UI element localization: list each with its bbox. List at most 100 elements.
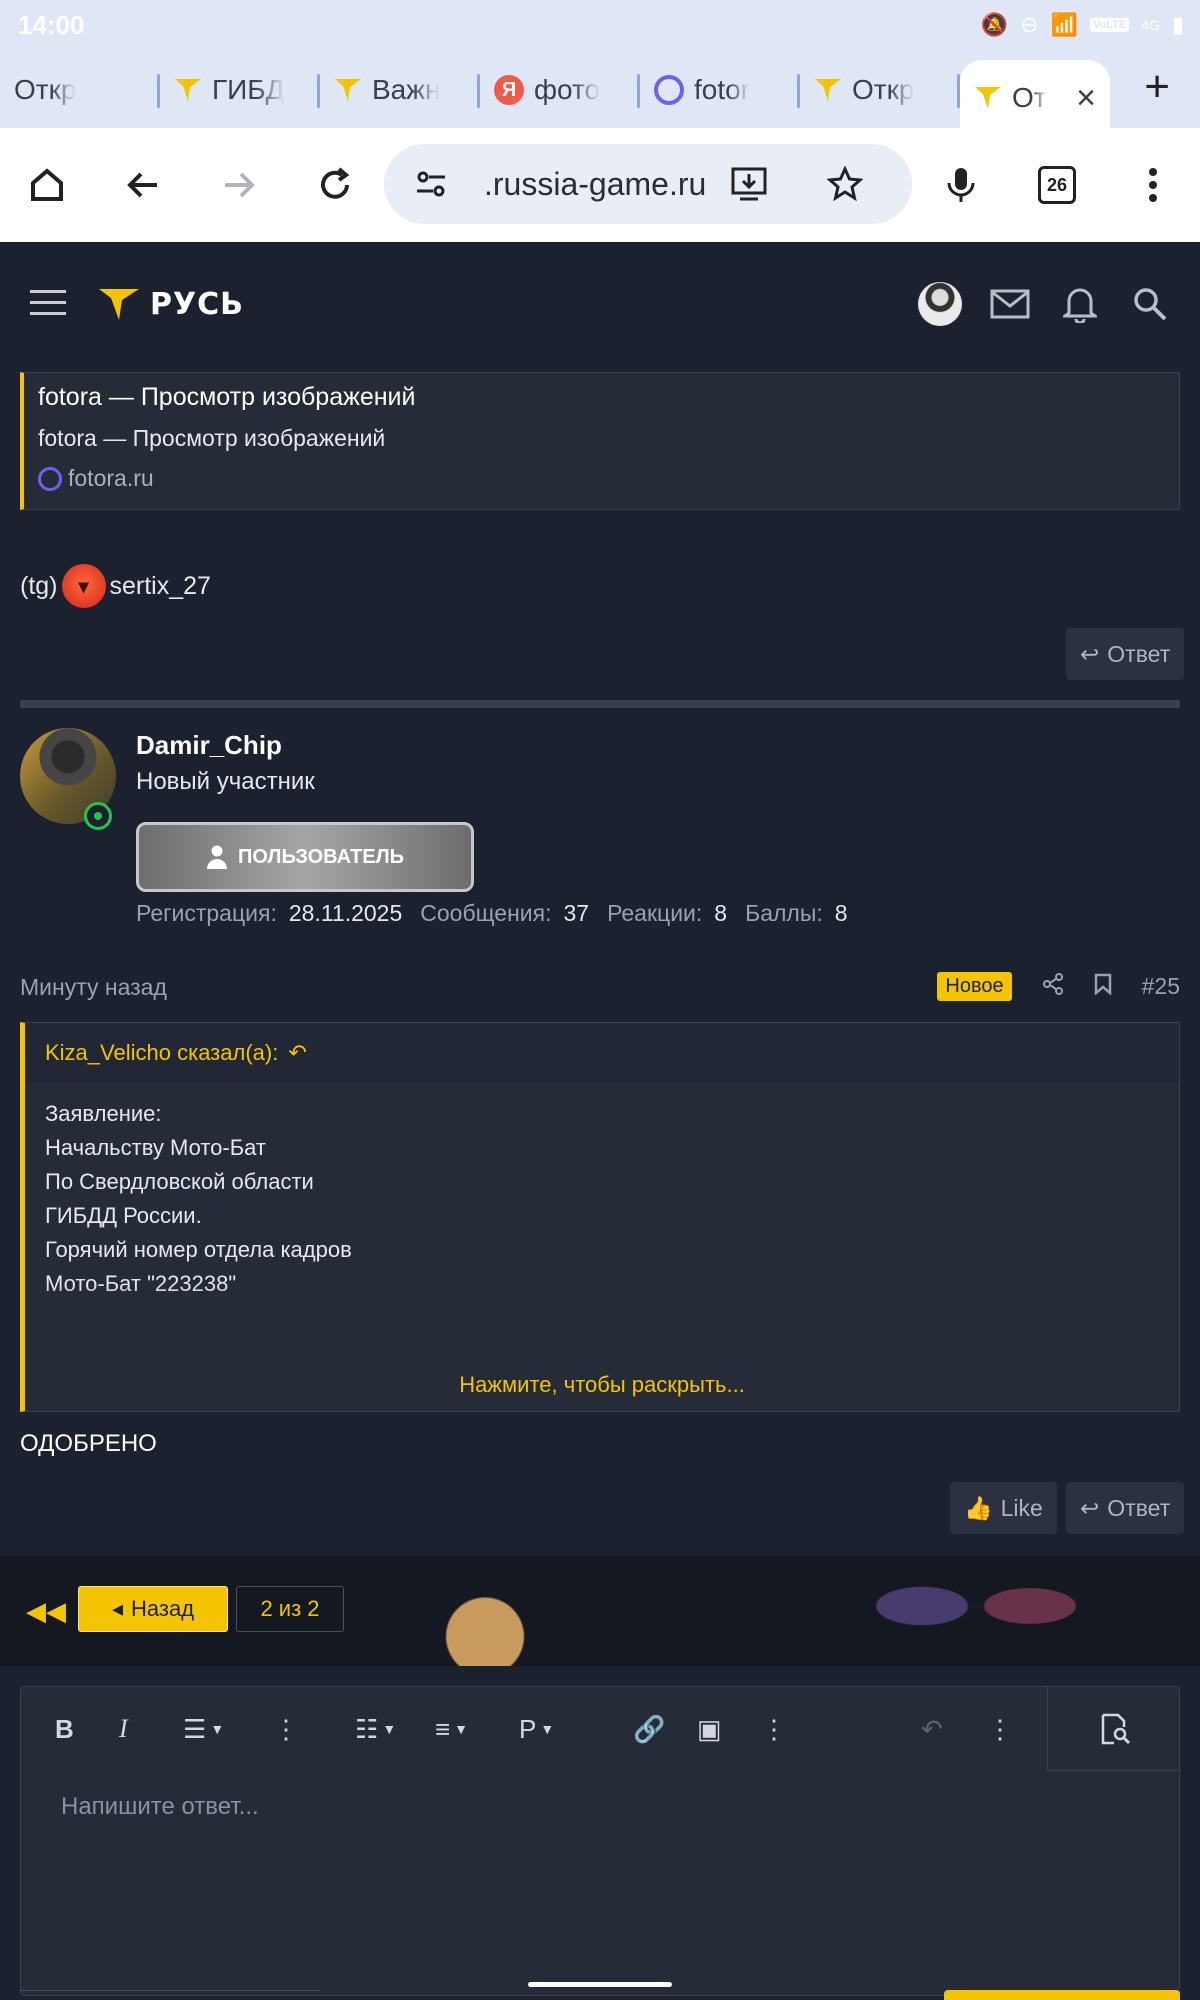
first-page-icon[interactable]: ◀◀	[26, 1596, 66, 1627]
italic-icon[interactable]: I	[119, 1707, 128, 1751]
image-icon[interactable]: ▣	[697, 1707, 722, 1751]
tab-label: fotor	[694, 74, 751, 105]
username[interactable]: Damir_Chip	[136, 730, 282, 761]
like-label: Like	[1000, 1494, 1043, 1521]
reply-button[interactable]: ↩ Ответ	[1066, 1482, 1185, 1534]
online-status-icon	[84, 802, 112, 830]
align-left-icon: ≡	[435, 1713, 451, 1744]
menu-icon[interactable]	[1128, 160, 1178, 210]
quote-author[interactable]: Kiza_Velicho сказал(а): ↶	[25, 1023, 1179, 1083]
post-signature: (tg) ▾ sertix_27	[20, 564, 211, 608]
reload-icon[interactable]	[310, 160, 360, 210]
rus-logo-icon	[99, 289, 139, 320]
reply-button[interactable]: ↩ Ответ	[1066, 628, 1185, 680]
star-icon[interactable]	[820, 159, 870, 209]
goto-quote-icon[interactable]: ↶	[288, 1040, 306, 1066]
reply-arrow-icon: ↩	[1080, 1494, 1100, 1521]
user-title: Новый участник	[136, 768, 315, 795]
home-icon[interactable]	[22, 160, 72, 210]
site-header: РУСЬ	[0, 242, 1200, 372]
more-icon[interactable]: ⋮	[273, 1707, 299, 1751]
tab-label: фото	[534, 74, 601, 105]
wifi-icon: 📶	[1050, 12, 1078, 37]
user-icon	[206, 845, 227, 869]
post-body: ОДОБРЕНО	[20, 1430, 157, 1457]
install-app-icon[interactable]	[724, 159, 774, 209]
quote-line: Горячий номер отдела кадров	[45, 1237, 352, 1262]
more-icon[interactable]: ⋮	[987, 1707, 1013, 1751]
chevron-down-icon: ▼	[382, 1721, 397, 1737]
link-description: fotora — Просмотр изображений	[38, 425, 386, 451]
close-icon[interactable]: ×	[1076, 79, 1096, 118]
quote-line: Начальству Мото-Бат	[45, 1135, 267, 1160]
more-icon[interactable]: ⋮	[761, 1707, 787, 1751]
search-icon[interactable]	[1128, 282, 1172, 326]
role-badge: ПОЛЬЗОВАТЕЛЬ	[136, 822, 474, 892]
bookmark-icon[interactable]	[1094, 973, 1112, 1001]
expand-quote-link[interactable]: Нажмите, чтобы раскрыть...	[25, 1359, 1179, 1411]
browser-tab-active[interactable]: От ×	[960, 60, 1110, 136]
quote-block: Kiza_Velicho сказал(а): ↶ Заявление: Нач…	[20, 1022, 1180, 1412]
browser-tab[interactable]: Важн	[320, 60, 480, 120]
chevron-down-icon: ▼	[540, 1721, 555, 1737]
text-format-dropdown[interactable]: ☰ ▼	[183, 1707, 224, 1751]
bell-icon[interactable]	[1058, 282, 1102, 326]
browser-tab[interactable]: Откр	[800, 60, 960, 120]
mic-icon[interactable]	[936, 160, 986, 210]
undo-icon[interactable]: ↶	[921, 1707, 943, 1751]
yandex-icon: Я	[494, 75, 524, 105]
post-meta: Новое #25	[937, 972, 1180, 1001]
brand-name: РУСЬ	[150, 286, 244, 322]
preview-icon[interactable]	[1047, 1687, 1181, 1771]
gesture-handle	[528, 1982, 672, 1987]
hamburger-icon[interactable]	[30, 290, 66, 323]
prev-page-button[interactable]: ◂ Назад	[78, 1586, 228, 1632]
reactions-label: Реакции:	[607, 900, 703, 926]
quote-author-text: Kiza_Velicho сказал(а):	[45, 1040, 279, 1065]
status-time: 14:00	[18, 10, 85, 40]
align-lines-icon: ☰	[183, 1713, 207, 1744]
link-domain: fotora.ru	[38, 465, 154, 492]
new-tab-button[interactable]: +	[1144, 62, 1170, 112]
quote-body: Заявление: Начальству Мото-Бат По Свердл…	[25, 1083, 1179, 1315]
browser-tab[interactable]: Откр	[0, 60, 160, 120]
tab-switcher-button[interactable]: 26	[1032, 160, 1082, 210]
post-reply-button-edge[interactable]	[944, 1990, 1180, 2000]
browser-tab[interactable]: ГИБД	[160, 60, 320, 120]
back-icon[interactable]	[118, 160, 168, 210]
align-dropdown[interactable]: ≡ ▼	[435, 1707, 468, 1751]
reply-input[interactable]: Напишите ответ...	[61, 1793, 259, 1821]
editor-toolbar: B I ☰ ▼ ⋮ ☷ ▼ ≡ ▼ P ▼ 🔗 ▣ ⋮ ↶ ⋮	[21, 1687, 1181, 1771]
mail-icon[interactable]	[988, 282, 1032, 326]
browser-tab[interactable]: Я фото	[480, 60, 640, 120]
link-icon[interactable]: 🔗	[633, 1707, 665, 1751]
site-logo[interactable]: РУСЬ	[98, 286, 244, 322]
quote-line: По Свердловской области	[45, 1169, 314, 1194]
rus-logo-icon	[335, 79, 361, 101]
like-button[interactable]: 👍 Like	[950, 1482, 1057, 1534]
tab-count: 26	[1038, 166, 1076, 204]
share-icon[interactable]	[1042, 972, 1064, 1001]
battery-icon: ▮	[1171, 12, 1184, 37]
attach-button-edge[interactable]	[20, 1990, 320, 2000]
signature-handle: sertix_27	[109, 571, 211, 600]
account-avatar[interactable]	[918, 282, 962, 326]
thumbs-up-icon: 👍	[964, 1494, 993, 1521]
forward-icon[interactable]	[214, 160, 264, 210]
quote-line: Заявление:	[45, 1101, 162, 1126]
rus-logo-icon	[815, 79, 841, 101]
angry-emoji-icon: ▾	[61, 564, 106, 608]
browser-tab[interactable]: fotor	[640, 60, 800, 120]
post-time[interactable]: Минуту назад	[20, 974, 167, 1001]
address-bar[interactable]: .russia-game.ru	[384, 144, 912, 224]
link-preview-card[interactable]: fotora — Просмотр изображений fotora — П…	[20, 372, 1180, 510]
paragraph-dropdown[interactable]: P ▼	[519, 1707, 554, 1751]
list-dropdown[interactable]: ☷ ▼	[355, 1707, 396, 1751]
bold-icon[interactable]: B	[55, 1707, 74, 1751]
prev-label: Назад	[131, 1596, 195, 1621]
page-indicator[interactable]: 2 из 2	[236, 1586, 344, 1632]
chevron-down-icon: ▼	[454, 1721, 469, 1737]
site-settings-icon[interactable]	[406, 159, 456, 209]
post-number[interactable]: #25	[1142, 973, 1180, 1000]
tab-label: От	[1012, 82, 1047, 113]
